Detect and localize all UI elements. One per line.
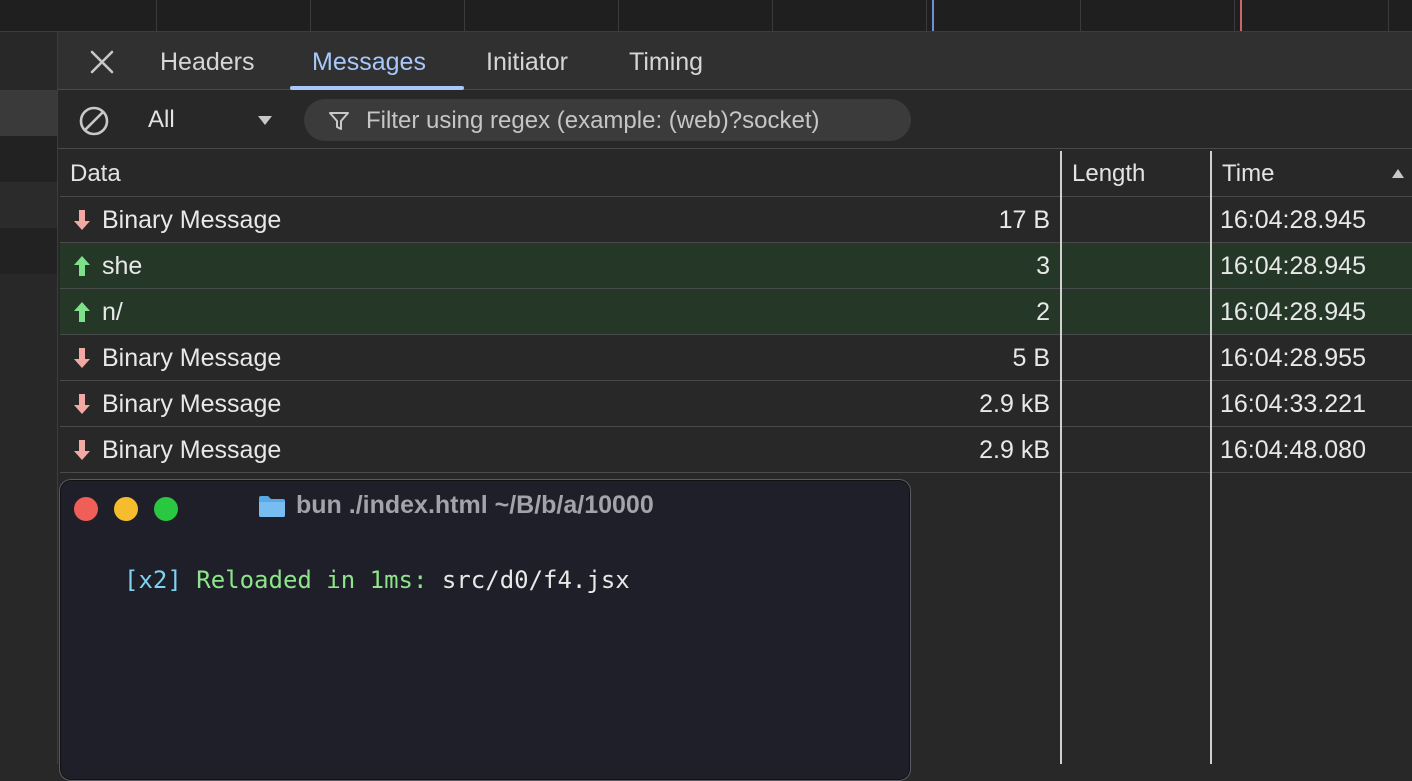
minimize-window-button[interactable] <box>114 497 138 521</box>
network-timeline <box>0 0 1412 32</box>
request-row[interactable] <box>0 136 57 182</box>
timeline-tick <box>1234 0 1235 31</box>
terminal-output-line: [x2] Reloaded in 1ms: src/d0/f4.jsx <box>124 566 630 594</box>
message-length: 2.9 kB <box>979 390 1050 418</box>
message-length: 5 B <box>1012 344 1050 372</box>
request-row[interactable] <box>0 228 57 274</box>
zoom-window-button[interactable] <box>154 497 178 521</box>
load-marker <box>1240 0 1242 31</box>
close-icon[interactable] <box>88 48 116 76</box>
messages-toolbar: All Filter using regex (example: (web)?s… <box>58 90 1412 149</box>
message-data: Binary Message <box>102 390 282 418</box>
column-header-data[interactable]: Data <box>70 160 121 188</box>
message-data: Binary Message <box>102 344 282 372</box>
message-time: 16:04:28.955 <box>1220 344 1366 372</box>
reload-count: [x2] <box>124 566 182 594</box>
timeline-tick <box>772 0 773 31</box>
timeline-tick <box>464 0 465 31</box>
terminal-title: bun ./index.html ~/B/b/a/10000 <box>296 491 654 519</box>
arrow-down-icon <box>72 347 92 369</box>
message-data: Binary Message <box>102 206 282 234</box>
close-window-button[interactable] <box>74 497 98 521</box>
arrow-down-icon <box>72 439 92 461</box>
chevron-down-icon <box>258 116 272 125</box>
request-row-selected[interactable] <box>0 90 57 136</box>
column-header-time[interactable]: Time <box>1222 160 1274 188</box>
reload-file-path: src/d0/f4.jsx <box>441 566 630 594</box>
request-row[interactable] <box>0 182 57 228</box>
message-time: 16:04:28.945 <box>1220 206 1366 234</box>
filter-placeholder: Filter using regex (example: (web)?socke… <box>366 107 820 134</box>
arrow-up-icon <box>72 255 92 277</box>
timeline-tick <box>156 0 157 31</box>
column-divider[interactable] <box>1210 151 1212 764</box>
message-data: Binary Message <box>102 436 282 464</box>
message-time: 16:04:28.945 <box>1220 298 1366 326</box>
timeline-tick <box>1080 0 1081 31</box>
message-time: 16:04:33.221 <box>1220 390 1366 418</box>
tab-messages[interactable]: Messages <box>312 48 426 77</box>
message-length: 2.9 kB <box>979 436 1050 464</box>
dom-content-loaded-marker <box>932 0 934 31</box>
filter-input[interactable]: Filter using regex (example: (web)?socke… <box>304 99 911 141</box>
column-header-length[interactable]: Length <box>1072 160 1145 188</box>
message-length: 3 <box>1036 252 1050 280</box>
tab-headers[interactable]: Headers <box>160 48 255 77</box>
clear-icon[interactable] <box>78 105 109 136</box>
reload-message: Reloaded in 1ms: <box>196 566 428 594</box>
timeline-tick <box>618 0 619 31</box>
message-length: 17 B <box>998 206 1050 234</box>
arrow-down-icon <box>72 393 92 415</box>
sort-ascending-icon <box>1392 169 1404 178</box>
arrow-down-icon <box>72 209 92 231</box>
message-type-select[interactable]: All <box>148 104 278 136</box>
message-data: n/ <box>102 298 123 326</box>
funnel-icon <box>328 110 350 132</box>
timeline-tick <box>1388 0 1389 31</box>
column-divider[interactable] <box>1060 151 1062 764</box>
timeline-tick <box>310 0 311 31</box>
arrow-up-icon <box>72 301 92 323</box>
request-list <box>0 32 58 764</box>
message-length: 2 <box>1036 298 1050 326</box>
folder-icon <box>258 494 286 518</box>
timeline-tick <box>926 0 927 31</box>
message-data: she <box>102 252 143 280</box>
tab-bar: Headers Messages Initiator Timing <box>58 32 1412 90</box>
message-time: 16:04:28.945 <box>1220 252 1366 280</box>
tab-initiator[interactable]: Initiator <box>486 48 568 77</box>
tab-timing[interactable]: Timing <box>629 48 703 77</box>
terminal-window: bun ./index.html ~/B/b/a/10000 [x2] Relo… <box>59 479 911 781</box>
message-time: 16:04:48.080 <box>1220 436 1366 464</box>
message-type-value: All <box>148 106 175 133</box>
